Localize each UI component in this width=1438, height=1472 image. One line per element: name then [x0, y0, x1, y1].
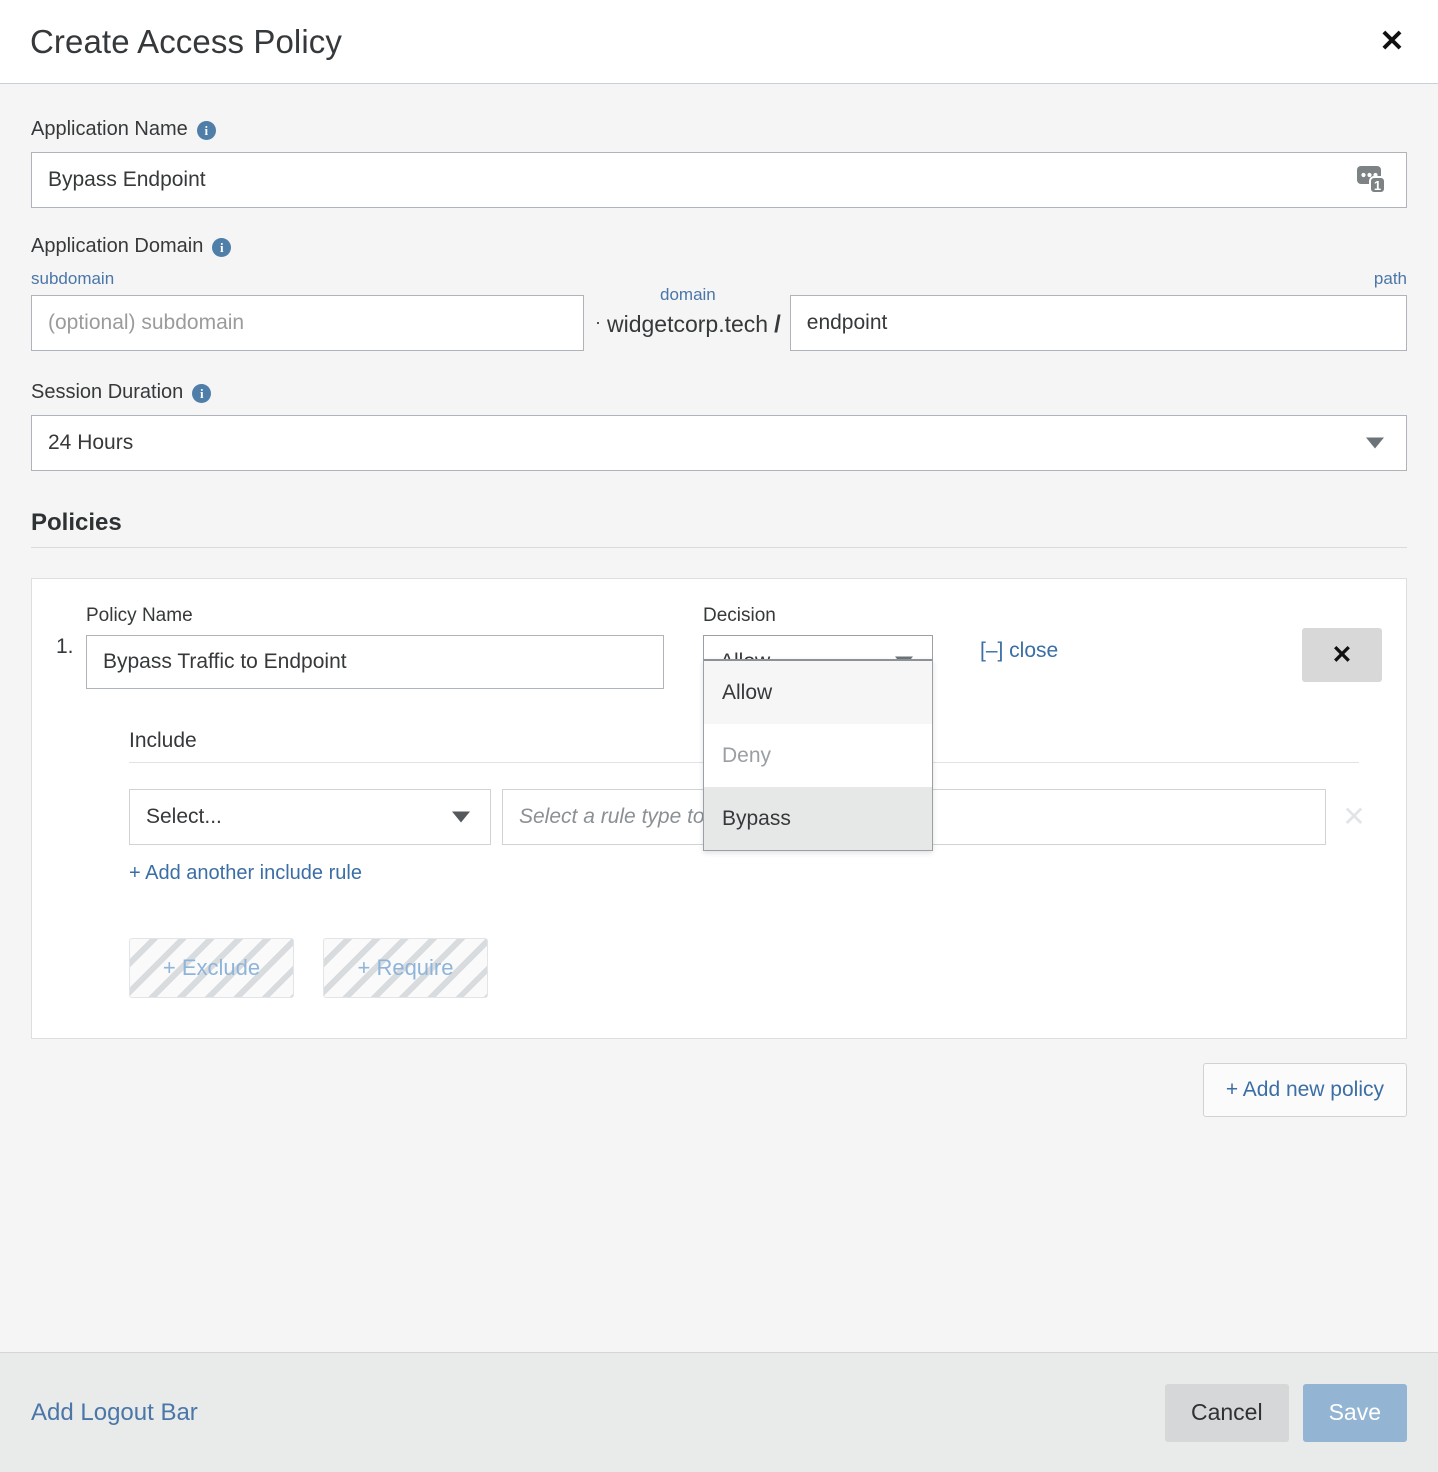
application-name-field-wrap: 1	[31, 152, 1407, 208]
policies-section-title: Policies	[31, 509, 1407, 548]
policy-delete-button[interactable]: ✕	[1302, 628, 1382, 682]
policy-card: 1. Policy Name Decision Allow Allow Deny…	[31, 578, 1407, 1039]
path-input[interactable]	[790, 295, 1407, 351]
domain-static-col: domain · widgetcorp.tech /	[595, 285, 781, 351]
domain-slash: /	[774, 311, 781, 339]
add-logout-bar-link[interactable]: Add Logout Bar	[31, 1399, 198, 1427]
modal-body: Application Name i 1 Application Domain …	[0, 84, 1438, 1352]
cancel-button[interactable]: Cancel	[1165, 1384, 1289, 1442]
add-exclude-button[interactable]: + Exclude	[129, 938, 294, 998]
policy-number: 1.	[56, 605, 86, 659]
decision-option-bypass[interactable]: Bypass	[704, 787, 932, 850]
decision-option-deny: Deny	[704, 724, 932, 787]
policy-top-row: 1. Policy Name Decision Allow Allow Deny…	[56, 605, 1382, 689]
application-name-label-text: Application Name	[31, 118, 188, 141]
rule-type-select[interactable]: Select...	[129, 789, 491, 845]
path-col: path	[790, 269, 1407, 351]
add-require-button[interactable]: + Require	[323, 938, 488, 998]
decision-col: Decision Allow Allow Deny Bypass	[703, 605, 933, 689]
application-name-label: Application Name i	[31, 118, 1407, 141]
application-domain-label-text: Application Domain	[31, 235, 203, 258]
add-policy-row: + Add new policy	[31, 1063, 1407, 1117]
domain-label: domain	[660, 285, 716, 305]
decision-dropdown-menu: Allow Deny Bypass	[703, 659, 933, 851]
subdomain-input[interactable]	[31, 295, 584, 351]
session-duration-field-wrap: 24 Hours	[31, 415, 1407, 471]
create-access-policy-modal: Create Access Policy ✕ Application Name …	[0, 0, 1438, 1472]
page-title: Create Access Policy	[30, 23, 342, 61]
application-name-input[interactable]	[31, 152, 1407, 208]
decision-label: Decision	[703, 605, 933, 627]
policy-name-label: Policy Name	[86, 605, 664, 627]
svg-text:1: 1	[1374, 178, 1381, 193]
rule-type-value: Select...	[146, 805, 222, 829]
add-include-rule-link[interactable]: + Add another include rule	[129, 862, 362, 885]
policy-name-input[interactable]	[86, 635, 664, 689]
session-duration-label-text: Session Duration	[31, 381, 183, 404]
domain-separator-dot: ·	[595, 312, 601, 333]
add-new-policy-button[interactable]: + Add new policy	[1203, 1063, 1407, 1117]
rule-remove-icon[interactable]: ✕	[1326, 803, 1382, 831]
decision-option-allow[interactable]: Allow	[704, 661, 932, 724]
modal-header: Create Access Policy ✕	[0, 0, 1438, 84]
footer-buttons: Cancel Save	[1165, 1384, 1407, 1442]
chevron-down-icon	[1366, 438, 1384, 449]
domain-value: widgetcorp.tech	[607, 311, 768, 338]
session-duration-select[interactable]: 24 Hours	[31, 415, 1407, 471]
password-manager-icon[interactable]: 1	[1357, 165, 1390, 195]
application-domain-label: Application Domain i	[31, 235, 1407, 258]
path-label: path	[790, 269, 1407, 289]
domain-static-text: · widgetcorp.tech /	[595, 311, 781, 351]
session-duration-value: 24 Hours	[48, 431, 133, 455]
session-duration-label: Session Duration i	[31, 381, 1407, 404]
close-icon[interactable]: ✕	[1375, 25, 1409, 59]
policy-collapse-link[interactable]: [–] close	[980, 639, 1058, 663]
info-icon[interactable]: i	[192, 384, 211, 403]
subdomain-label: subdomain	[31, 269, 584, 289]
close-icon: ✕	[1332, 640, 1353, 670]
exclude-require-row: + Exclude + Require	[129, 938, 1382, 998]
chevron-down-icon	[452, 812, 470, 823]
save-button[interactable]: Save	[1303, 1384, 1407, 1442]
subdomain-col: subdomain	[31, 269, 584, 351]
application-domain-row: subdomain domain · widgetcorp.tech / pat…	[31, 269, 1407, 351]
info-icon[interactable]: i	[212, 238, 231, 257]
info-icon[interactable]: i	[197, 121, 216, 140]
policy-name-col: Policy Name	[86, 605, 664, 689]
modal-footer: Add Logout Bar Cancel Save	[0, 1352, 1438, 1472]
